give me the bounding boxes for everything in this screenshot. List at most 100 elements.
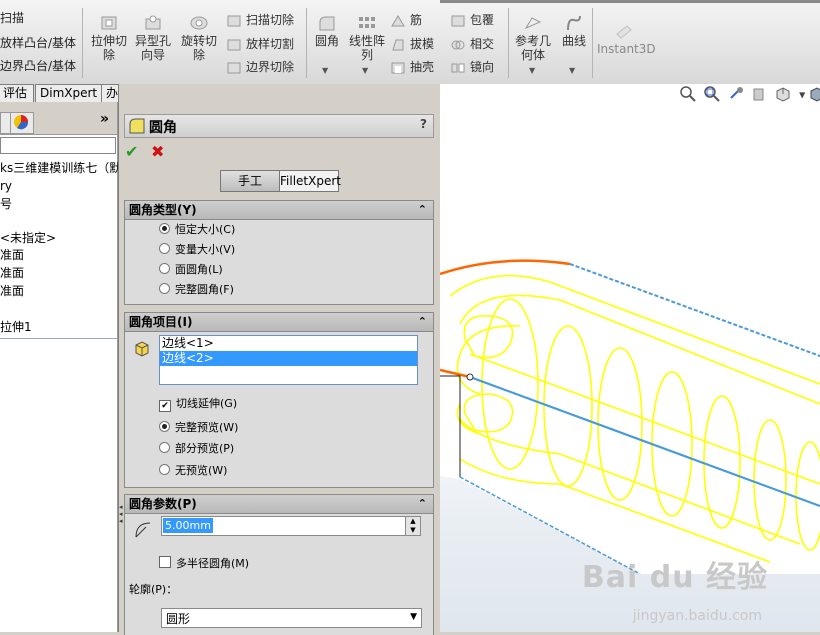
fillet-type-header[interactable]: 圆角类型(Y) ⌃ xyxy=(125,201,433,220)
fillet-feature-icon xyxy=(129,118,145,134)
checkbox-icon[interactable] xyxy=(159,556,171,568)
chevron-down-icon[interactable]: ▼ xyxy=(799,91,805,100)
instant3d-button[interactable]: Instant3D xyxy=(597,22,656,56)
multi-radius-checkbox[interactable]: 多半径圆角(M) xyxy=(159,555,249,573)
tree-item-top-plane[interactable]: 准面 xyxy=(0,264,24,282)
display-manager-tab[interactable] xyxy=(10,112,34,134)
collapse-icon[interactable]: ⌃ xyxy=(418,201,427,219)
edges-listbox[interactable]: 边线<1> 边线<2> xyxy=(159,335,418,385)
section-view-icon[interactable] xyxy=(751,86,767,102)
extruded-cut-button[interactable]: 拉伸切 除 xyxy=(88,14,130,62)
radio-icon[interactable] xyxy=(159,243,170,254)
extruded-cut-label: 拉伸切 除 xyxy=(90,34,127,62)
fillet-button[interactable]: 圆角 xyxy=(310,14,344,48)
ribbon-boundary-boss-button[interactable]: 边界凸台/基体 xyxy=(0,56,76,76)
shell-button[interactable]: 抽壳 xyxy=(390,57,434,77)
profile-label-text: 轮廓(P)： xyxy=(129,583,178,596)
linear-pattern-dropdown-icon[interactable]: ▼ xyxy=(362,66,368,75)
tree-item-front-plane[interactable]: 准面 xyxy=(0,246,24,264)
cancel-button[interactable]: ✖ xyxy=(151,142,164,161)
edge-list-item[interactable]: 边线<1> xyxy=(160,336,417,351)
checkbox-icon[interactable]: ✔ xyxy=(159,400,171,412)
radio-constant-size[interactable]: 恒定大小(C) xyxy=(159,221,235,239)
radio-icon[interactable] xyxy=(159,421,170,432)
fillet-parameters-header[interactable]: 圆角参数(P) ⌃ xyxy=(125,495,433,514)
graphics-area[interactable]: ▼ Bai du 经验 jingyan.baidu.com xyxy=(440,84,820,632)
intersect-button[interactable]: 相交 xyxy=(450,34,494,54)
tree-item-label: 号 xyxy=(0,197,13,211)
radio-icon[interactable] xyxy=(159,442,170,453)
radius-spinner[interactable]: ▲ ▼ xyxy=(405,517,420,535)
tree-item-part[interactable]: ks三维建模训练七（默 xyxy=(0,159,121,177)
radio-no-preview[interactable]: 无预览(W) xyxy=(159,462,227,480)
ribbon-loft-button[interactable]: 放样凸台/基体 xyxy=(0,33,76,53)
filletxpert-mode-tab[interactable]: FilletXpert xyxy=(279,170,341,192)
radio-icon[interactable] xyxy=(159,464,170,475)
group-title: 圆角参数(P) xyxy=(129,497,197,511)
revolved-cut-button[interactable]: 旋转切 除 xyxy=(178,14,220,62)
curves-button[interactable]: 曲线 xyxy=(558,14,590,48)
pm-title-bar: 圆角 ? xyxy=(124,114,434,138)
radius-icon xyxy=(135,522,151,538)
manual-mode-label: 手工 xyxy=(237,174,262,188)
ribbon-separator xyxy=(306,8,307,78)
tab-evaluate[interactable]: 评估 xyxy=(0,84,34,102)
collapse-icon[interactable]: ⌃ xyxy=(418,313,427,331)
curves-label: 曲线 xyxy=(561,34,586,48)
lofted-cut-button[interactable]: 放样切割 xyxy=(226,34,294,54)
panel-collapse-handle[interactable]: ◂ ◂ ◂ xyxy=(119,504,123,525)
zoom-to-fit-icon[interactable] xyxy=(680,86,696,102)
ok-button[interactable]: ✔ xyxy=(125,142,138,161)
rollback-bar[interactable] xyxy=(0,338,117,339)
tree-item-material[interactable]: <未指定> xyxy=(0,229,56,247)
rib-button[interactable]: 筋 xyxy=(390,10,422,30)
items-to-fillet-header[interactable]: 圆角项目(I) ⌃ xyxy=(125,313,433,332)
boundary-cut-icon xyxy=(227,62,241,73)
wrap-button[interactable]: 包覆 xyxy=(450,10,494,30)
curves-dropdown-icon[interactable]: ▼ xyxy=(569,66,575,75)
boundary-cut-button[interactable]: 边界切除 xyxy=(226,57,294,77)
reference-geometry-button[interactable]: 参考几 何体 xyxy=(512,14,554,62)
hole-wizard-button[interactable]: 异型孔 向导 xyxy=(132,14,174,62)
tree-item-history[interactable]: ry xyxy=(0,177,12,195)
display-style-icon[interactable] xyxy=(809,86,820,102)
edge-list-item-selected[interactable]: 边线<2> xyxy=(160,351,417,366)
radio-face-fillet[interactable]: 面圆角(L) xyxy=(159,261,223,279)
radio-variable-size[interactable]: 变量大小(V) xyxy=(159,241,235,259)
view-orientation-icon[interactable] xyxy=(775,86,791,102)
radio-icon[interactable] xyxy=(159,223,170,234)
radio-full-round[interactable]: 完整圆角(F) xyxy=(159,281,234,299)
fillet-icon xyxy=(319,16,335,31)
tab-dimxpert[interactable]: DimXpert xyxy=(35,84,103,102)
swept-cut-button[interactable]: 扫描切除 xyxy=(226,10,294,30)
chevron-down-icon[interactable]: ▼ xyxy=(410,612,417,622)
expand-panel-icon[interactable]: » xyxy=(100,111,109,127)
zoom-to-area-icon[interactable] xyxy=(704,86,720,102)
reference-geometry-dropdown-icon[interactable]: ▼ xyxy=(529,66,535,75)
radius-input[interactable]: 5.00mm ▲ ▼ xyxy=(161,516,421,536)
collapse-icon[interactable]: ⌃ xyxy=(418,495,427,513)
fillet-dropdown-icon[interactable]: ▼ xyxy=(322,66,328,75)
fillet-preview-model[interactable] xyxy=(440,244,820,574)
tangent-propagation-checkbox[interactable]: ✔ 切线延伸(G) xyxy=(159,395,237,413)
ribbon-sweep-button[interactable]: 扫描 xyxy=(0,8,24,28)
tree-item-extrude1[interactable]: 拉伸1 xyxy=(0,318,32,336)
radio-icon[interactable] xyxy=(159,283,170,294)
tree-item-right-plane[interactable]: 准面 xyxy=(0,282,24,300)
previous-view-icon[interactable] xyxy=(728,86,744,102)
linear-pattern-icon xyxy=(359,17,375,28)
profile-select[interactable]: 圆形 ▼ xyxy=(161,608,422,628)
tree-item-label: ks三维建模训练七（默 xyxy=(0,161,122,175)
help-icon[interactable]: ? xyxy=(420,117,427,131)
manual-mode-tab[interactable]: 手工 xyxy=(220,170,280,192)
pm-title: 圆角 xyxy=(149,120,177,136)
radio-full-preview[interactable]: 完整预览(W) xyxy=(159,419,238,437)
radio-partial-preview[interactable]: 部分预览(P) xyxy=(159,440,234,458)
mirror-button[interactable]: 镜向 xyxy=(450,57,494,77)
linear-pattern-button[interactable]: 线性阵 列 xyxy=(346,14,388,62)
wrap-icon xyxy=(451,15,465,26)
tree-item-sensors[interactable]: 号 xyxy=(0,195,12,213)
radio-icon[interactable] xyxy=(159,263,170,274)
tree-filter-input[interactable] xyxy=(0,137,116,154)
draft-button[interactable]: 拔模 xyxy=(390,34,434,54)
